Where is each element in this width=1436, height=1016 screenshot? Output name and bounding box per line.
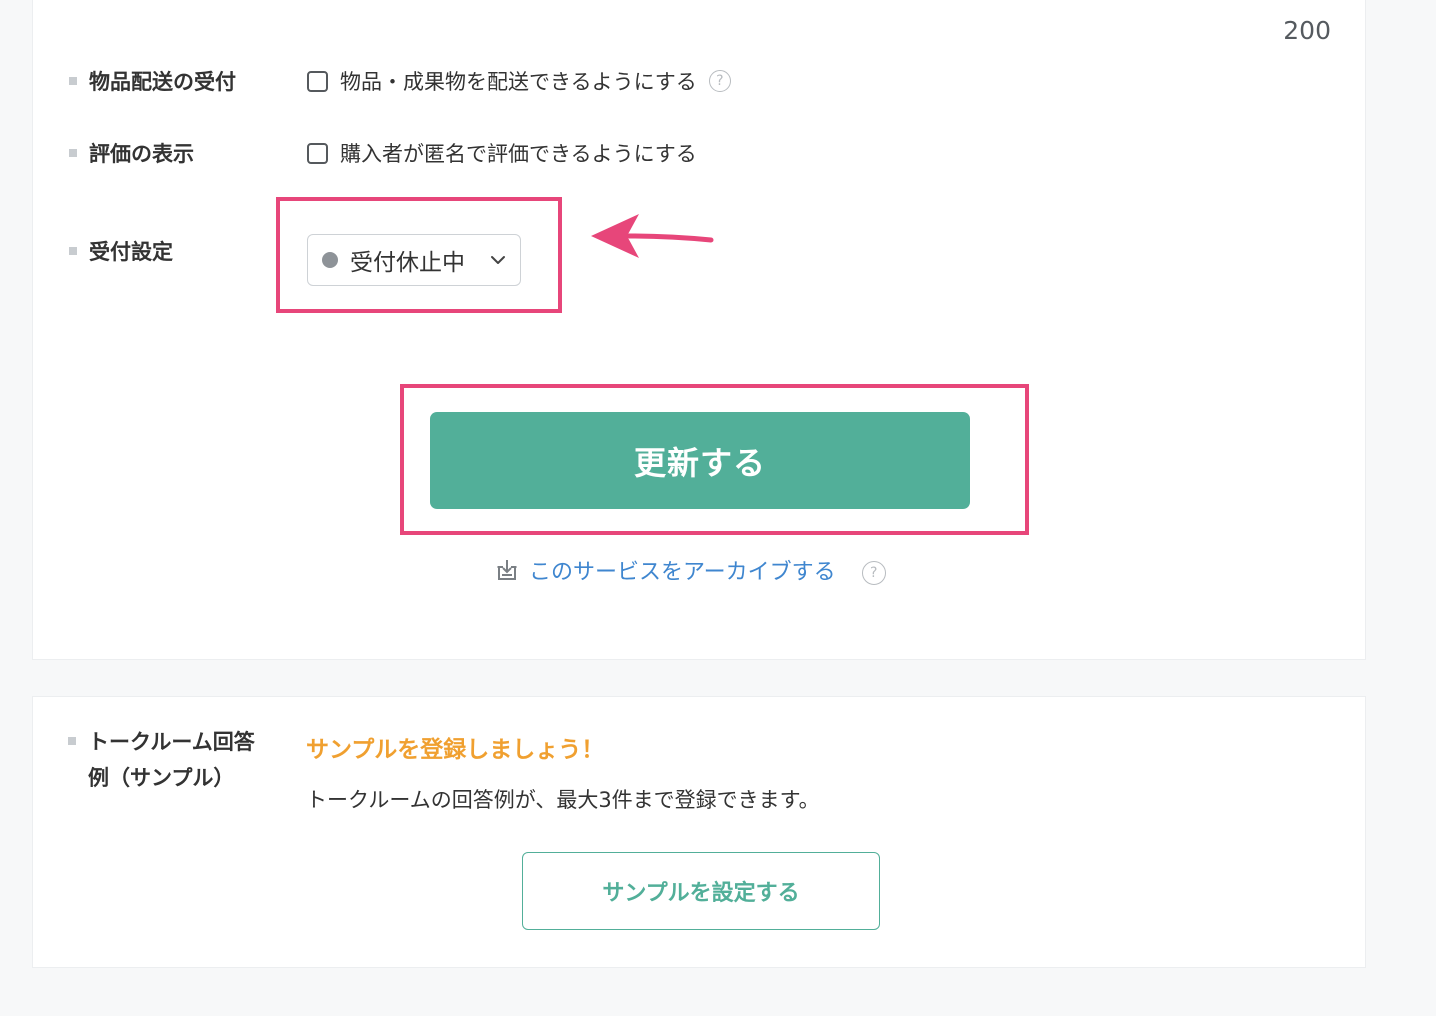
- sample-prompt: サンプルを登録しましょう！: [306, 737, 605, 763]
- update-button[interactable]: 更新する: [430, 412, 970, 509]
- help-icon[interactable]: ?: [708, 70, 731, 92]
- rating-option[interactable]: 購入者が匿名で評価できるようにする: [307, 138, 697, 168]
- bullet-icon: [68, 737, 76, 745]
- archive-download-icon: [497, 560, 517, 580]
- character-counter: 200: [1283, 16, 1331, 45]
- archive-link[interactable]: このサービスをアーカイブする ?: [495, 554, 886, 586]
- sample-label: トークルーム回答 例（サンプル）: [68, 724, 255, 796]
- bullet-icon: [69, 149, 77, 157]
- status-selected-value: 受付休止中: [350, 250, 465, 276]
- rating-checkbox[interactable]: [307, 142, 328, 164]
- delivery-label: 物品配送の受付: [69, 64, 236, 100]
- archive-link-label[interactable]: このサービスをアーカイブする: [529, 554, 836, 586]
- rating-label: 評価の表示: [69, 136, 194, 172]
- arrow-annotation-icon: [591, 214, 714, 258]
- delivery-checkbox-label: 物品・成果物を配送できるようにする: [340, 70, 697, 94]
- set-sample-button[interactable]: サンプルを設定する: [522, 852, 880, 930]
- bullet-icon: [69, 77, 77, 85]
- delivery-option[interactable]: 物品・成果物を配送できるようにする ?: [307, 66, 731, 96]
- help-icon[interactable]: ?: [861, 561, 886, 585]
- sample-description: トークルームの回答例が、最大3件まで登録できます。: [306, 788, 820, 812]
- settings-panel: 200 物品配送の受付 物品・成果物を配送できるようにする ? 評価の表示 購入…: [32, 0, 1366, 660]
- status-dot: [322, 252, 338, 268]
- reception-label: 受付設定: [69, 234, 173, 270]
- chevron-down-icon: [491, 256, 505, 264]
- delivery-checkbox[interactable]: [307, 70, 328, 92]
- reception-status-select[interactable]: 受付休止中: [307, 234, 521, 286]
- bullet-icon: [69, 247, 77, 255]
- rating-checkbox-label: 購入者が匿名で評価できるようにする: [340, 142, 697, 166]
